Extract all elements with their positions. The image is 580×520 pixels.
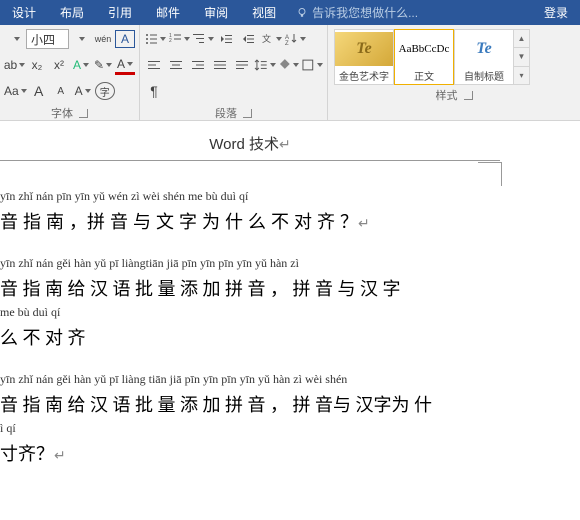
styles-group-label[interactable]: 样式 [332, 85, 576, 105]
borders-button[interactable] [301, 55, 323, 75]
subscript-button[interactable]: x₂ [27, 55, 47, 75]
paragraph-1: yīn zhǐ nán pīn yīn yǔ wén zì wèi shén m… [0, 189, 580, 234]
numbering-button[interactable]: 12 [168, 29, 190, 49]
change-case-button[interactable]: Aa [4, 81, 27, 101]
style-gold-art[interactable]: Te 金色艺术字 [334, 29, 394, 85]
pinyin-line: me bù duì qí [0, 305, 580, 320]
shading-button[interactable] [278, 55, 300, 75]
line-spacing-button[interactable] [254, 55, 276, 75]
hanzi-line: 音 指 南 给 汉 语 批 量 添 加 拼 音 ， 拼 音与 汉字为 什 [0, 391, 580, 417]
tab-layout[interactable]: 布局 [48, 0, 96, 25]
grow-font-button[interactable]: A [29, 81, 49, 101]
paragraph-2: yīn zhǐ nán gěi hàn yǔ pī liàngtiān jiā … [0, 256, 580, 350]
style-normal[interactable]: AaBbCcDc 正文 [394, 29, 454, 85]
align-left-button[interactable] [144, 55, 164, 75]
login-link[interactable]: 登录 [532, 0, 580, 25]
hanzi-line: 音 指 南 给 汉 语 批 量 添 加 拼 音 ， 拼 音 与 汉 字 [0, 275, 580, 301]
font-size-selector[interactable]: 小四 [26, 29, 69, 49]
superscript-button[interactable]: x² [49, 55, 69, 75]
font-family-dropdown[interactable] [4, 29, 24, 49]
lightbulb-icon [296, 7, 308, 19]
sort-button[interactable]: AZ [284, 29, 306, 49]
multilevel-list-button[interactable] [192, 29, 214, 49]
asian-layout-button[interactable]: 文 [260, 29, 282, 49]
svg-text:文: 文 [262, 33, 271, 44]
clear-formatting-button[interactable]: A [73, 81, 93, 101]
text-effects-button[interactable]: A [71, 55, 91, 75]
character-border-button[interactable]: A [115, 30, 135, 48]
style-gold-preview: Te [335, 32, 393, 66]
pinyin-line: yīn zhǐ nán gěi hàn yǔ pī liàng tiān jiā… [0, 372, 580, 387]
hanzi-line: 么 不 对 齐 [0, 324, 580, 350]
gallery-expand-button[interactable]: ▾ [514, 67, 529, 84]
paragraph-3: yīn zhǐ nán gěi hàn yǔ pī liàng tiān jiā… [0, 372, 580, 466]
style-gallery-more: ▲ ▼ ▾ [514, 29, 530, 85]
distribute-button[interactable] [232, 55, 252, 75]
highlight-button[interactable]: ✎ [93, 55, 113, 75]
document-area[interactable]: Word 技术↵ yīn zhǐ nán pīn yīn yǔ wén zì w… [0, 121, 580, 520]
decrease-indent-button[interactable] [216, 29, 236, 49]
styles-group: Te 金色艺术字 AaBbCcDc 正文 Te 自制标题 ▲ ▼ ▾ 样式 [328, 25, 580, 120]
svg-text:Z: Z [285, 41, 289, 46]
paragraph-mark-icon: ↵ [358, 215, 370, 231]
style-normal-preview: AaBbCcDc [399, 32, 450, 66]
paragraph-group-label[interactable]: 段落 [144, 103, 323, 123]
font-size-dropdown[interactable] [71, 29, 91, 49]
tab-design[interactable]: 设计 [0, 0, 48, 25]
align-right-button[interactable] [188, 55, 208, 75]
pinyin-line: yīn zhǐ nán gěi hàn yǔ pī liàngtiān jiā … [0, 256, 580, 271]
shrink-font-button[interactable]: A [51, 81, 71, 101]
page-header: Word 技术↵ [0, 127, 500, 161]
show-marks-button[interactable]: ¶ [144, 81, 164, 101]
phonetic-guide-button[interactable]: wén [93, 29, 113, 49]
gallery-up-button[interactable]: ▲ [514, 30, 529, 48]
tab-review[interactable]: 审阅 [192, 0, 240, 25]
ribbon-body: 小四 wén A ab x₂ x² A ✎ A Aa A A A 字 字体 [0, 25, 580, 121]
gallery-down-button[interactable]: ▼ [514, 48, 529, 66]
header-corner-mark [478, 162, 502, 186]
paragraph-group: 12 文 AZ ¶ 段落 [140, 25, 328, 120]
ribbon-tabs: 设计 布局 引用 邮件 审阅 视图 告诉我您想做什么... 登录 [0, 0, 580, 25]
text-color-button[interactable]: ab [4, 55, 25, 75]
paragraph-mark-icon: ↵ [279, 136, 291, 152]
increase-indent-button[interactable] [238, 29, 258, 49]
pinyin-line: yīn zhǐ nán pīn yīn yǔ wén zì wèi shén m… [0, 189, 580, 204]
style-custom-preview: Te [476, 32, 491, 66]
pinyin-line: ì qí [0, 421, 580, 436]
tab-view[interactable]: 视图 [240, 0, 288, 25]
font-color-button[interactable]: A [115, 55, 135, 75]
hanzi-line: 寸齐？↵ [0, 440, 580, 466]
svg-text:2: 2 [169, 38, 172, 44]
style-custom-heading[interactable]: Te 自制标题 [454, 29, 514, 85]
align-center-button[interactable] [166, 55, 186, 75]
paragraph-mark-icon: ↵ [54, 447, 66, 463]
font-group-label[interactable]: 字体 [4, 103, 135, 123]
document-content: yīn zhǐ nán pīn yīn yǔ wén zì wèi shén m… [0, 161, 580, 466]
tell-me-search[interactable]: 告诉我您想做什么... [288, 4, 426, 21]
tab-mailings[interactable]: 邮件 [144, 0, 192, 25]
enclosed-char-button[interactable]: 字 [95, 82, 115, 100]
hanzi-line: 音 指 南 ，拼 音 与 文 字 为 什 么 不 对 齐 ？↵ [0, 208, 580, 234]
bullets-button[interactable] [144, 29, 166, 49]
tab-references[interactable]: 引用 [96, 0, 144, 25]
font-group: 小四 wén A ab x₂ x² A ✎ A Aa A A A 字 字体 [0, 25, 140, 120]
justify-button[interactable] [210, 55, 230, 75]
